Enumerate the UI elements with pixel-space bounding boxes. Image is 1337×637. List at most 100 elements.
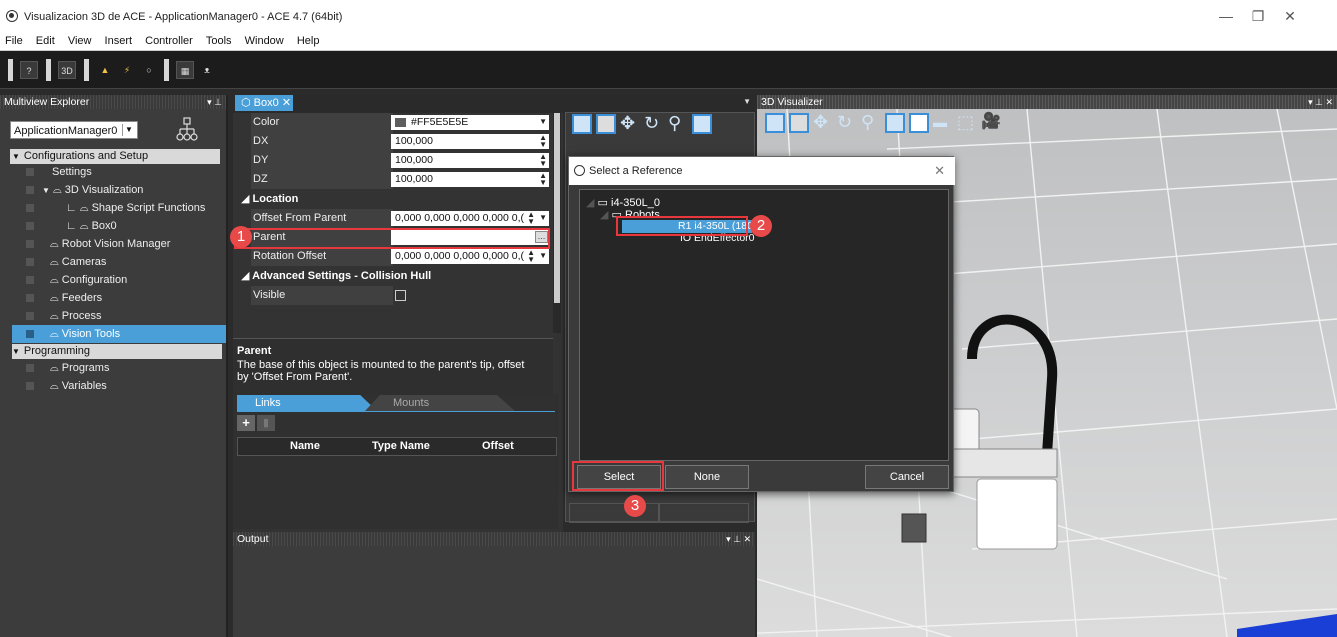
pin-icon[interactable]: ▾ ⊥ ✕ bbox=[1308, 95, 1333, 109]
tree-item-settings[interactable]: Settings bbox=[26, 163, 92, 181]
dz-field[interactable]: 100,000 ▲ ▼ bbox=[391, 172, 549, 187]
tree-item-3d-visualization[interactable]: ▼ ⌓ 3D Visualization bbox=[26, 181, 143, 199]
close-icon[interactable]: ✕ bbox=[934, 157, 945, 185]
dx-field[interactable]: 100,000 ▲ ▼ bbox=[391, 134, 549, 149]
collapse-icon[interactable]: ◢ bbox=[241, 193, 249, 205]
application-combo[interactable]: ApplicationManager0 ▼ bbox=[10, 121, 138, 139]
tab-label: Box0 bbox=[253, 97, 279, 109]
spinner-icon[interactable]: ▲ ▼ bbox=[527, 211, 535, 226]
section-advanced[interactable]: ◢ Advanced Settings - Collision Hull bbox=[233, 267, 553, 286]
menu-file[interactable]: File bbox=[0, 33, 28, 47]
measure-tool-icon[interactable]: ▬ bbox=[933, 113, 953, 133]
view-tool-icon[interactable] bbox=[572, 114, 592, 134]
properties-tool-icon[interactable] bbox=[909, 113, 929, 133]
zoom-tool-icon[interactable]: ⚲ bbox=[861, 113, 881, 133]
expand-icon[interactable]: ▼ bbox=[12, 152, 20, 161]
spinner-icon[interactable]: ▲ ▼ bbox=[539, 134, 547, 149]
column-name[interactable]: Name bbox=[290, 440, 320, 452]
cube-tool-icon[interactable] bbox=[692, 114, 712, 134]
pin-icon[interactable]: ▾ ⊥ ✕ bbox=[726, 532, 751, 546]
tree-item-shape-script-functions[interactable]: ∟ ⌓ Shape Script Functions bbox=[26, 199, 205, 217]
tree-item-feeders[interactable]: ⌓ Feeders bbox=[26, 289, 102, 307]
3d-view-icon[interactable]: 3D bbox=[58, 61, 76, 79]
move-tool-icon[interactable]: ✥ bbox=[620, 114, 640, 134]
offset-field[interactable]: 0,000 0,000 0,000 0,000 0,(▲ ▼ ▼ bbox=[391, 211, 549, 226]
color-field[interactable]: #FF5E5E5E ▼ bbox=[391, 115, 549, 130]
close-icon[interactable]: ✕ bbox=[282, 97, 291, 109]
expand-icon[interactable]: ▼ bbox=[12, 347, 20, 356]
tree-item-process[interactable]: ⌓ Process bbox=[26, 307, 102, 325]
help-icon[interactable]: ? bbox=[20, 61, 38, 79]
expand-icon[interactable]: ◢ bbox=[586, 197, 594, 209]
menu-edit[interactable]: Edit bbox=[31, 33, 60, 47]
property-value: 100,000 bbox=[395, 173, 433, 185]
menu-view[interactable]: View bbox=[63, 33, 97, 47]
spinner-icon[interactable]: ▲ ▼ bbox=[527, 249, 535, 264]
rotate-tool-icon[interactable]: ↻ bbox=[837, 113, 857, 133]
menu-controller[interactable]: Controller bbox=[140, 33, 198, 47]
camera-tool-icon[interactable]: 🎥 bbox=[981, 113, 1001, 133]
node-icon bbox=[26, 312, 34, 321]
chevron-down-icon[interactable]: ▼ bbox=[122, 124, 135, 136]
circle-icon[interactable]: ○ bbox=[140, 61, 158, 79]
collapse-icon[interactable]: ◢ bbox=[241, 270, 249, 282]
chevron-down-icon[interactable]: ▼ bbox=[743, 97, 751, 106]
tree-item-cameras[interactable]: ⌓ Cameras bbox=[26, 253, 106, 271]
tree-item-box0[interactable]: ∟ ⌓ Box0 bbox=[26, 217, 117, 235]
description-title: Parent bbox=[237, 345, 272, 357]
hierarchy-icon[interactable] bbox=[176, 117, 198, 143]
visible-checkbox[interactable] bbox=[395, 290, 406, 301]
menu-window[interactable]: Window bbox=[240, 33, 289, 47]
grid-icon[interactable]: ▦ bbox=[176, 61, 194, 79]
category-programming[interactable]: ▼ Programming bbox=[12, 344, 222, 359]
column-type-name[interactable]: Type Name bbox=[372, 440, 430, 452]
select-tool-icon[interactable] bbox=[596, 114, 616, 134]
tree-item-variables[interactable]: ⌓ Variables bbox=[26, 377, 107, 395]
chevron-down-icon[interactable]: ▼ bbox=[539, 118, 547, 126]
pin-icon[interactable]: ▾ ⊥ bbox=[207, 95, 222, 109]
close-icon[interactable]: ✕ bbox=[1282, 8, 1298, 24]
none-button[interactable]: None bbox=[665, 465, 749, 489]
tab-box0[interactable]: ⬡ Box0 ✕ bbox=[235, 95, 293, 111]
section-location[interactable]: ◢ Location bbox=[233, 190, 553, 209]
menu-insert[interactable]: Insert bbox=[100, 33, 138, 47]
chevron-down-icon[interactable]: ▼ bbox=[539, 252, 547, 260]
rotate-tool-icon[interactable]: ↻ bbox=[644, 114, 664, 134]
tree-item-vision-tools[interactable]: ⌓ Vision Tools bbox=[12, 325, 226, 343]
expand-icon[interactable]: ▼ bbox=[42, 186, 50, 195]
category-configurations-setup[interactable]: ▼ Configurations and Setup bbox=[10, 149, 220, 164]
robot-icon[interactable]: ᴥ bbox=[198, 61, 216, 79]
tree-item-configuration[interactable]: ⌓ Configuration bbox=[26, 271, 127, 289]
expand-icon[interactable]: ◢ bbox=[600, 209, 608, 221]
tree-item-programs[interactable]: ⌓ Programs bbox=[26, 359, 109, 377]
spinner-icon[interactable]: ▲ ▼ bbox=[539, 172, 547, 187]
property-value: 0,000 0,000 0,000 0,000 0,( bbox=[395, 250, 525, 262]
tab-links[interactable]: Links bbox=[237, 395, 377, 411]
menu-help[interactable]: Help bbox=[292, 33, 325, 47]
scrollbar-thumb[interactable] bbox=[554, 113, 560, 303]
select-tool-icon[interactable] bbox=[789, 113, 809, 133]
view-tool-icon[interactable] bbox=[765, 113, 785, 133]
cancel-button[interactable]: Cancel bbox=[865, 465, 949, 489]
property-scrollbar[interactable] bbox=[553, 113, 561, 333]
delete-link-button[interactable]: ▮ bbox=[257, 415, 275, 431]
wireframe-tool-icon[interactable]: ⬚ bbox=[957, 113, 977, 133]
node-icon bbox=[26, 382, 34, 391]
tab-mounts[interactable]: Mounts bbox=[365, 395, 515, 411]
rotation-field[interactable]: 0,000 0,000 0,000 0,000 0,(▲ ▼ ▼ bbox=[391, 249, 549, 264]
warning-icon[interactable]: ▲ bbox=[96, 61, 114, 79]
spinner-icon[interactable]: ▲ ▼ bbox=[539, 153, 547, 168]
minimize-icon[interactable]: — bbox=[1218, 8, 1234, 24]
chevron-down-icon[interactable]: ▼ bbox=[539, 214, 547, 222]
dy-field[interactable]: 100,000 ▲ ▼ bbox=[391, 153, 549, 168]
column-offset[interactable]: Offset bbox=[482, 440, 514, 452]
move-tool-icon[interactable]: ✥ bbox=[813, 113, 833, 133]
add-link-button[interactable]: + bbox=[237, 415, 255, 431]
zoom-tool-icon[interactable]: ⚲ bbox=[668, 114, 688, 134]
menu-tools[interactable]: Tools bbox=[201, 33, 237, 47]
cube-tool-icon[interactable] bbox=[885, 113, 905, 133]
tree-item-robot-vision-manager[interactable]: ⌓ Robot Vision Manager bbox=[26, 235, 170, 253]
warning-off-icon[interactable]: ⚡ bbox=[118, 61, 136, 79]
restore-icon[interactable]: ❐ bbox=[1250, 8, 1266, 24]
tree-label: Process bbox=[61, 310, 102, 322]
